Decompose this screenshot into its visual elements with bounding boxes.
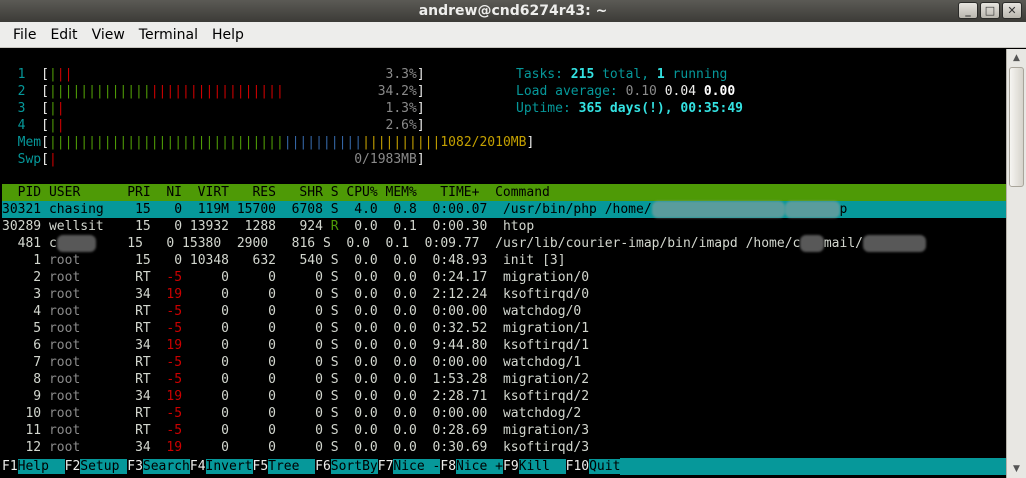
scroll-up-icon[interactable]: ▲ [1009,51,1024,65]
cpu-meter-2: 2 [|||||||||||||||||||||||||||||| 34.2%] [17,84,425,99]
process-row[interactable]: 8 root RT -5 0 0 0 S 0.0 0.0 1:53.28 mig… [2,371,589,388]
load-average: Load average: 0.10 0.04 0.00 [516,84,736,99]
fkey-f3[interactable]: F3 [127,459,143,474]
menu-terminal[interactable]: Terminal [132,22,205,48]
fkey-label[interactable]: Search [142,459,190,474]
fkey-f10[interactable]: F10 [566,459,589,474]
process-row[interactable]: 3 root 34 19 0 0 0 S 0.0 0.0 2:12.24 kso… [2,286,589,303]
process-table-header[interactable]: PID USER PRI NI VIRT RES SHR S CPU% MEM%… [2,184,1006,201]
mem-meter: Mem[||||||||||||||||||||||||||||||||||||… [17,135,535,150]
fkey-label[interactable]: Tree [268,459,316,474]
fkey-f8[interactable]: F8 [440,459,456,474]
minimize-button[interactable]: _ [958,2,978,19]
window-titlebar: andrew@cnd6274r43: ~ _ □ ✕ [0,0,1026,22]
fkey-f9[interactable]: F9 [503,459,519,474]
process-row[interactable]: 1 root 15 0 10348 632 540 S 0.0 0.0 0:48… [2,252,565,269]
fkey-label[interactable]: Nice + [456,459,503,474]
window-controls: _ □ ✕ [958,2,1022,19]
maximize-button[interactable]: □ [980,2,1000,19]
menu-view[interactable]: View [85,22,132,48]
process-row[interactable]: 7 root RT -5 0 0 0 S 0.0 0.0 0:00.00 wat… [2,354,581,371]
menu-file[interactable]: File [6,22,43,48]
swap-meter: Swp[| 0/1983MB] [17,152,425,167]
process-row[interactable]: 481 cxxxxx 15 0 15380 2900 816 S 0.0 0.1… [2,235,926,252]
fkey-f7[interactable]: F7 [378,459,394,474]
fkey-label[interactable]: Help [17,459,65,474]
process-row[interactable]: 10 root RT -5 0 0 0 S 0.0 0.0 0:00.00 wa… [2,405,581,422]
window-title: andrew@cnd6274r43: ~ [418,3,608,19]
process-row[interactable]: 2 root RT -5 0 0 0 S 0.0 0.0 0:24.17 mig… [2,269,589,286]
process-row[interactable]: 5 root RT -5 0 0 0 S 0.0 0.0 0:32.52 mig… [2,320,589,337]
process-row[interactable]: 11 root RT -5 0 0 0 S 0.0 0.0 0:28.69 mi… [2,422,589,439]
uptime: Uptime: 365 days(!), 00:35:49 [516,101,743,116]
fkey-label[interactable]: Setup [80,459,128,474]
fkey-f5[interactable]: F5 [253,459,269,474]
fkey-label[interactable]: SortBy [330,459,378,474]
terminal-scrollbar[interactable]: ▲ ▼ [1006,49,1026,478]
process-row[interactable]: 30321 chasing 15 0 119M 15700 6708 S 4.0… [2,201,1006,218]
process-row[interactable]: 4 root RT -5 0 0 0 S 0.0 0.0 0:00.00 wat… [2,303,581,320]
cpu-meter-3: 3 [|| 1.3%] [17,101,425,116]
menu-help[interactable]: Help [205,22,251,48]
fkey-f2[interactable]: F2 [65,459,81,474]
terminal-area[interactable]: 1 [||| 3.3%] 2 [||||||||||||||||||||||||… [2,49,1026,478]
fkey-label[interactable]: Quit [589,459,621,474]
process-row[interactable]: 30289 wellsit 15 0 13932 1288 924 R 0.0 … [2,218,534,235]
process-row[interactable]: 12 root 34 19 0 0 0 S 0.0 0.0 0:30.69 ks… [2,439,589,456]
fkey-f4[interactable]: F4 [190,459,206,474]
function-key-bar: F1Help F2Setup F3SearchF4InvertF5Tree F6… [2,458,1026,475]
fkey-label[interactable]: Invert [205,459,253,474]
scroll-down-icon[interactable]: ▼ [1009,462,1024,476]
close-button[interactable]: ✕ [1002,2,1022,19]
scrollbar-thumb[interactable] [1009,67,1024,187]
menubar: File Edit View Terminal Help [0,22,1026,48]
process-row[interactable]: 6 root 34 19 0 0 0 S 0.0 0.0 9:44.80 kso… [2,337,589,354]
cpu-meter-1: 1 [||| 3.3%] [17,67,425,82]
fkey-f1[interactable]: F1 [2,459,18,474]
fkey-label[interactable]: Nice - [393,459,441,474]
cpu-meter-4: 4 [|| 2.6%] [17,118,425,133]
menu-edit[interactable]: Edit [43,22,84,48]
fkey-label[interactable]: Kill [518,459,566,474]
process-row[interactable]: 9 root 34 19 0 0 0 S 0.0 0.0 2:28.71 kso… [2,388,589,405]
fkey-f6[interactable]: F6 [315,459,331,474]
tasks-summary: Tasks: 215 total, 1 running [516,67,728,82]
